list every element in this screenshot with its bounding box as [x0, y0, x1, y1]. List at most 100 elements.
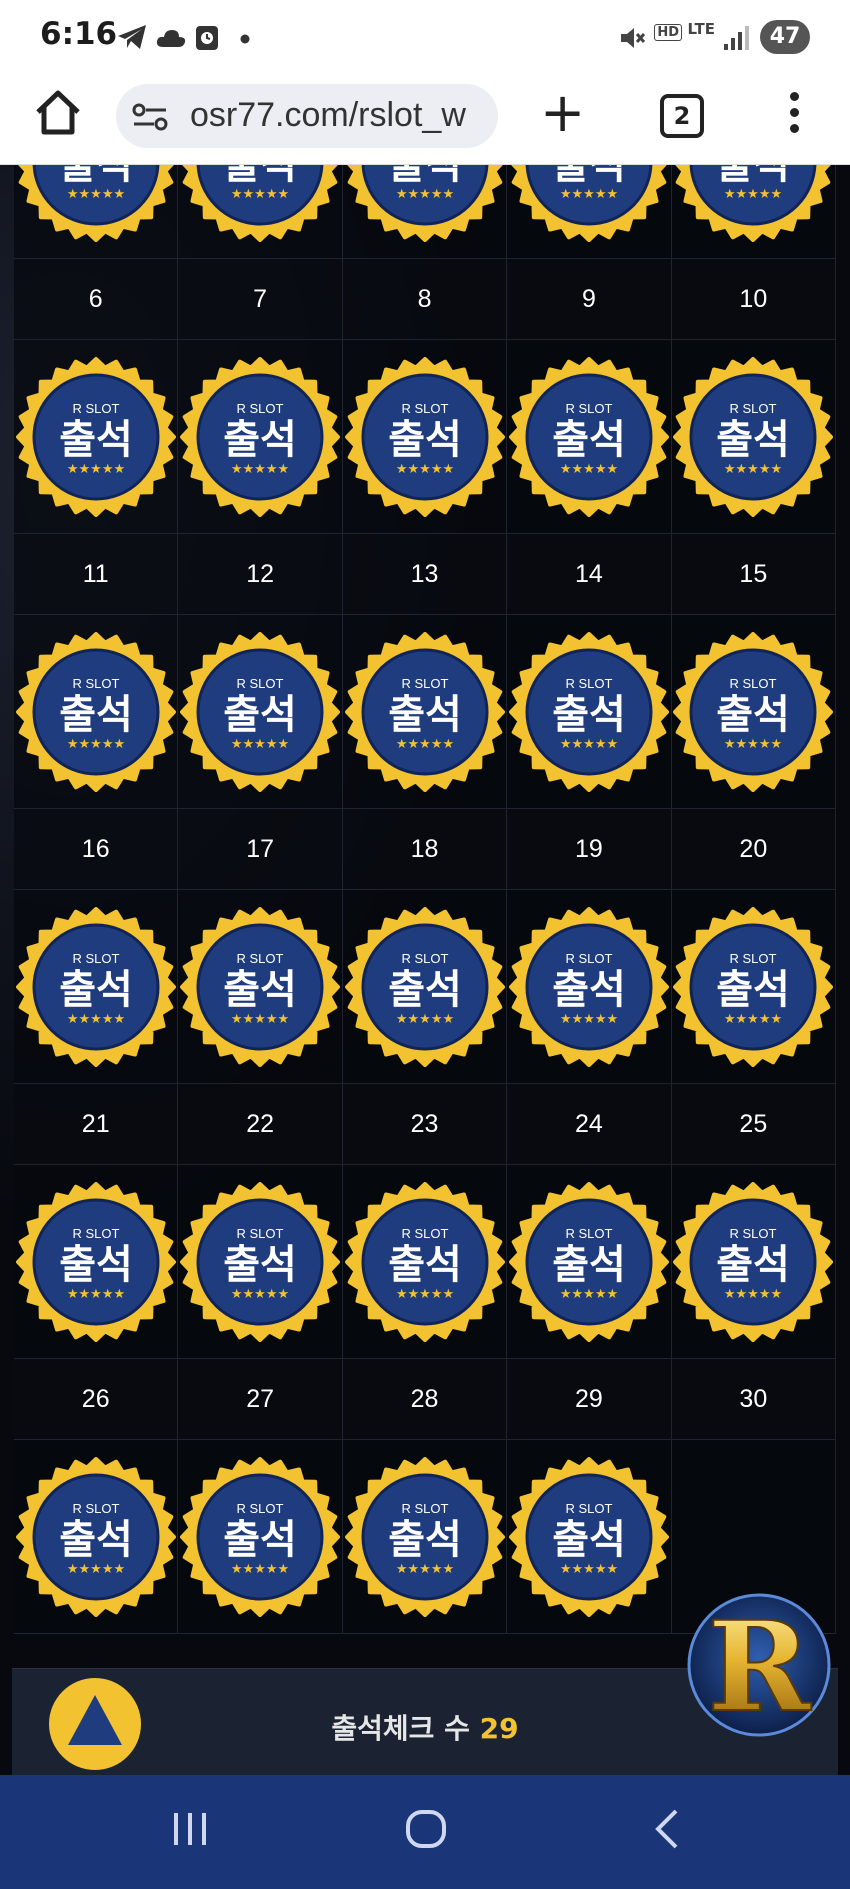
badge-stars: ★★★★★: [231, 1562, 289, 1577]
calendar-cell-attended: R SLOT 출석 ★★★★★: [671, 340, 837, 534]
home-icon[interactable]: [34, 88, 82, 136]
system-nav-bar: [0, 1775, 850, 1889]
badge-stars: ★★★★★: [560, 1562, 618, 1577]
badge-brand: R SLOT: [72, 1501, 119, 1516]
badge-stars: ★★★★★: [67, 1012, 125, 1027]
dot-icon: [240, 34, 250, 44]
day-number-row: 21 22 23 24 25: [14, 1084, 837, 1165]
badge-stars: ★★★★★: [724, 462, 782, 477]
attendance-stamp-badge: R SLOT 출석 ★★★★★: [344, 631, 505, 792]
day-number: 19: [507, 809, 672, 890]
badge-brand: R SLOT: [730, 1226, 777, 1241]
badge-label: 출석: [388, 417, 462, 463]
badge-stars: ★★★★★: [231, 187, 289, 202]
logo-letter: R: [707, 1595, 811, 1738]
attendance-stamp-badge: R SLOT 출석 ★★★★★: [673, 906, 834, 1067]
attendance-stamp-badge: R SLOT 출석 ★★★★★: [673, 631, 834, 792]
calendar-cell-attended: R SLOT 출석 ★★★★★: [507, 340, 672, 534]
attendance-stamp-badge: R SLOT 출석 ★★★★★: [344, 1181, 505, 1342]
badge-brand: R SLOT: [565, 1501, 612, 1516]
attendance-stamp-badge: R SLOT 출석 ★★★★★: [180, 1456, 341, 1617]
badge-label: 출석: [717, 417, 791, 463]
cloud-icon: [156, 30, 186, 47]
badge-row: R SLOT 출석 ★★★★★ R SLOT 출석 ★★★★★ R SLOT 출…: [14, 165, 837, 259]
badge-stars: ★★★★★: [395, 1287, 453, 1302]
day-number-row: 16 17 18 19 20: [14, 809, 837, 890]
badge-label: 출석: [388, 1242, 462, 1288]
badge-label: 출석: [59, 1242, 133, 1288]
badge-stars: ★★★★★: [560, 462, 618, 477]
plus-icon[interactable]: +: [540, 86, 585, 140]
badge-label: 출석: [552, 967, 626, 1013]
tab-switcher-button[interactable]: 2: [660, 94, 704, 138]
attendance-stamp-badge: R SLOT 출석 ★★★★★: [508, 631, 669, 792]
network-label: LTE: [687, 20, 715, 38]
calendar-cell-attended: R SLOT 출석 ★★★★★: [671, 165, 837, 259]
attendance-stamp-badge: R SLOT 출석 ★★★★★: [182, 165, 338, 242]
badge-label: 출석: [552, 165, 626, 188]
day-number: 25: [671, 1084, 837, 1165]
day-number: 27: [178, 1359, 343, 1440]
back-icon[interactable]: [646, 1807, 690, 1851]
day-number: 16: [14, 809, 179, 890]
address-bar[interactable]: osr77.com/rslot_w: [116, 84, 498, 148]
attendance-stamp-badge: R SLOT 출석 ★★★★★: [180, 1181, 341, 1342]
badge-brand: R SLOT: [565, 1226, 612, 1241]
attendance-stamp-badge: R SLOT 출석 ★★★★★: [347, 165, 502, 242]
day-number: 20: [671, 809, 837, 890]
calendar-cell-attended: R SLOT 출석 ★★★★★: [14, 1440, 179, 1634]
calendar-cell-attended: R SLOT 출석 ★★★★★: [342, 615, 508, 809]
badge-label: 출석: [388, 967, 462, 1013]
badge-label: 출석: [59, 1517, 133, 1563]
badge-stars: ★★★★★: [231, 737, 289, 752]
badge-brand: R SLOT: [401, 951, 448, 966]
day-number: 9: [507, 259, 672, 340]
badge-label: 출석: [717, 165, 791, 188]
badge-label: 출석: [59, 967, 133, 1013]
badge-brand: R SLOT: [401, 401, 448, 416]
badge-brand: R SLOT: [565, 951, 612, 966]
calendar-cell-attended: R SLOT 출석 ★★★★★: [178, 340, 343, 534]
attendance-stamp-badge: R SLOT 출석 ★★★★★: [511, 165, 667, 242]
home-circle-icon[interactable]: [404, 1807, 448, 1851]
attendance-count-value: 29: [479, 1712, 519, 1745]
calendar-cell-attended: R SLOT 출석 ★★★★★: [507, 890, 672, 1084]
badge-label: 출석: [717, 1242, 791, 1288]
calendar-cell-attended: R SLOT 출석 ★★★★★: [507, 165, 672, 259]
url-text[interactable]: osr77.com/rslot_w: [190, 96, 490, 135]
menu-icon[interactable]: [782, 92, 806, 140]
calendar-cell-attended: R SLOT 출석 ★★★★★: [178, 890, 343, 1084]
calendar-cell-attended: R SLOT 출석 ★★★★★: [342, 890, 508, 1084]
status-bar: 6:16 HD LTE 47: [0, 0, 850, 70]
attendance-stamp-badge: R SLOT 출석 ★★★★★: [15, 356, 176, 517]
calendar-cell-attended: R SLOT 출석 ★★★★★: [342, 165, 508, 259]
day-number: 7: [178, 259, 343, 340]
badge-label: 출석: [388, 692, 462, 738]
attendance-stamp-badge: R SLOT 출석 ★★★★★: [344, 906, 505, 1067]
badge-brand: R SLOT: [401, 1501, 448, 1516]
attendance-calendar-page: R SLOT 출석 ★★★★★ R SLOT 출석 ★★★★★ R SLOT 출…: [0, 165, 850, 1775]
badge-label: 출석: [59, 165, 133, 188]
badge-brand: R SLOT: [565, 676, 612, 691]
badge-stars: ★★★★★: [560, 1012, 618, 1027]
badge-label: 출석: [223, 967, 297, 1013]
site-info-icon[interactable]: [132, 102, 168, 132]
day-number: 21: [14, 1084, 179, 1165]
badge-label: 출석: [388, 165, 462, 188]
day-number: 14: [507, 534, 672, 615]
attendance-calendar: R SLOT 출석 ★★★★★ R SLOT 출석 ★★★★★ R SLOT 출…: [14, 165, 837, 1634]
calendar-cell-attended: R SLOT 출석 ★★★★★: [178, 1440, 343, 1634]
attendance-count-label: 출석체크 수: [331, 1712, 470, 1745]
rslot-logo-button[interactable]: R: [686, 1592, 832, 1738]
calendar-cell-attended: R SLOT 출석 ★★★★★: [178, 615, 343, 809]
attendance-stamp-badge: R SLOT 출석 ★★★★★: [180, 906, 341, 1067]
badge-label: 출석: [223, 1517, 297, 1563]
badge-stars: ★★★★★: [395, 737, 453, 752]
badge-brand: R SLOT: [237, 401, 284, 416]
badge-brand: R SLOT: [730, 951, 777, 966]
calendar-cell-attended: R SLOT 출석 ★★★★★: [178, 1165, 343, 1359]
badge-stars: ★★★★★: [231, 1287, 289, 1302]
day-number: 26: [14, 1359, 179, 1440]
recent-apps-icon[interactable]: [168, 1807, 212, 1851]
battery-level: 47: [760, 20, 810, 54]
